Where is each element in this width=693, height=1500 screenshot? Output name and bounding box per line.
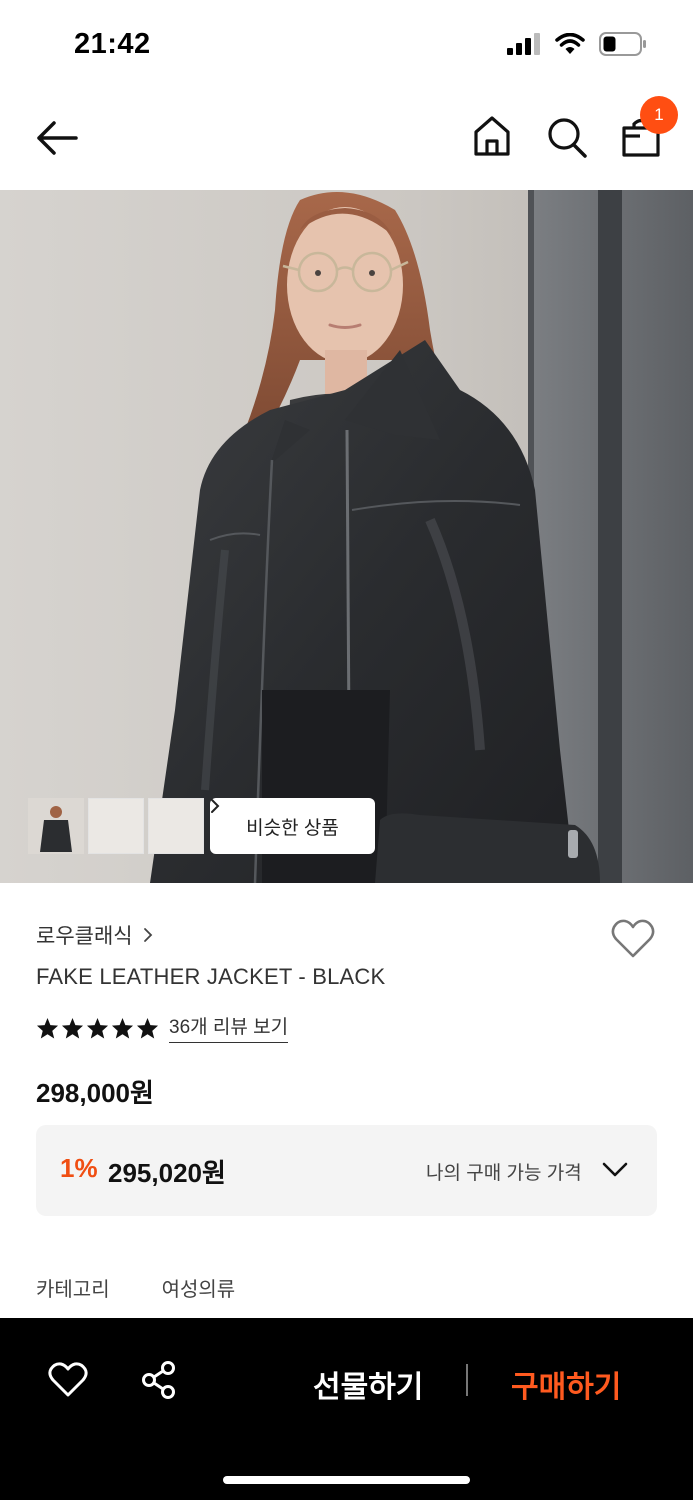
heart-icon[interactable] <box>48 1362 88 1398</box>
star-icon <box>86 1017 109 1039</box>
search-icon[interactable] <box>546 114 588 158</box>
my-price-label: 나의 구매 가능 가격 <box>426 1163 582 1184</box>
product-price: 298,000원 <box>36 1078 154 1108</box>
similar-products-button[interactable]: 비슷한 상품 <box>210 798 375 854</box>
review-link[interactable]: 36개 리뷰 보기 <box>169 1012 289 1043</box>
wifi-icon <box>555 33 585 54</box>
buy-button[interactable]: 구매하기 <box>511 1362 621 1406</box>
wishlist-heart-icon[interactable] <box>610 918 656 960</box>
gift-button[interactable]: 선물하기 <box>313 1362 423 1406</box>
chevron-down-icon <box>602 1162 628 1177</box>
discount-rate: 1% <box>60 1153 98 1183</box>
share-icon[interactable] <box>140 1360 178 1400</box>
brand-name: 로우클래식 <box>36 925 133 948</box>
cart-count-badge: 1 <box>640 96 678 134</box>
status-bar: 21:42 <box>0 0 693 90</box>
signal-icon <box>507 33 540 55</box>
star-icon <box>136 1017 159 1039</box>
category-label: 카테고리 <box>36 1279 110 1301</box>
star-icon <box>61 1017 84 1039</box>
divider <box>466 1364 468 1396</box>
thumbnail-strip <box>28 798 204 854</box>
similar-products-label: 비슷한 상품 <box>246 817 339 839</box>
battery-icon <box>599 32 646 56</box>
home-icon[interactable] <box>472 114 512 158</box>
top-nav <box>0 92 693 188</box>
back-arrow-icon[interactable] <box>34 118 80 158</box>
brand-link[interactable]: 로우클래식 <box>36 920 153 950</box>
status-time: 21:42 <box>74 28 151 60</box>
discount-price: 295,020원 <box>108 1158 226 1188</box>
chevron-right-icon <box>143 928 152 942</box>
thumbnail-2[interactable] <box>28 798 144 854</box>
my-price-dropdown[interactable]: 1% 295,020원 나의 구매 가능 가격 <box>36 1125 657 1216</box>
rating-stars <box>36 1017 159 1039</box>
category-value[interactable]: 여성의류 <box>162 1273 236 1302</box>
product-image-gallery[interactable]: 비슷한 상품 <box>0 190 693 883</box>
category-row: 카테고리 여성의류 <box>36 1273 235 1302</box>
home-indicator <box>223 1476 470 1484</box>
status-icons <box>507 32 647 56</box>
rating-row: 36개 리뷰 보기 <box>36 1012 289 1043</box>
product-photo <box>0 190 693 883</box>
star-icon <box>36 1017 59 1039</box>
thumbnail-3[interactable] <box>28 798 204 854</box>
bottom-action-bar: 선물하기 구매하기 <box>0 1318 693 1500</box>
star-icon <box>111 1017 134 1039</box>
chevron-right-icon <box>211 799 220 813</box>
product-name: FAKE LEATHER JACKET - BLACK <box>36 964 386 989</box>
